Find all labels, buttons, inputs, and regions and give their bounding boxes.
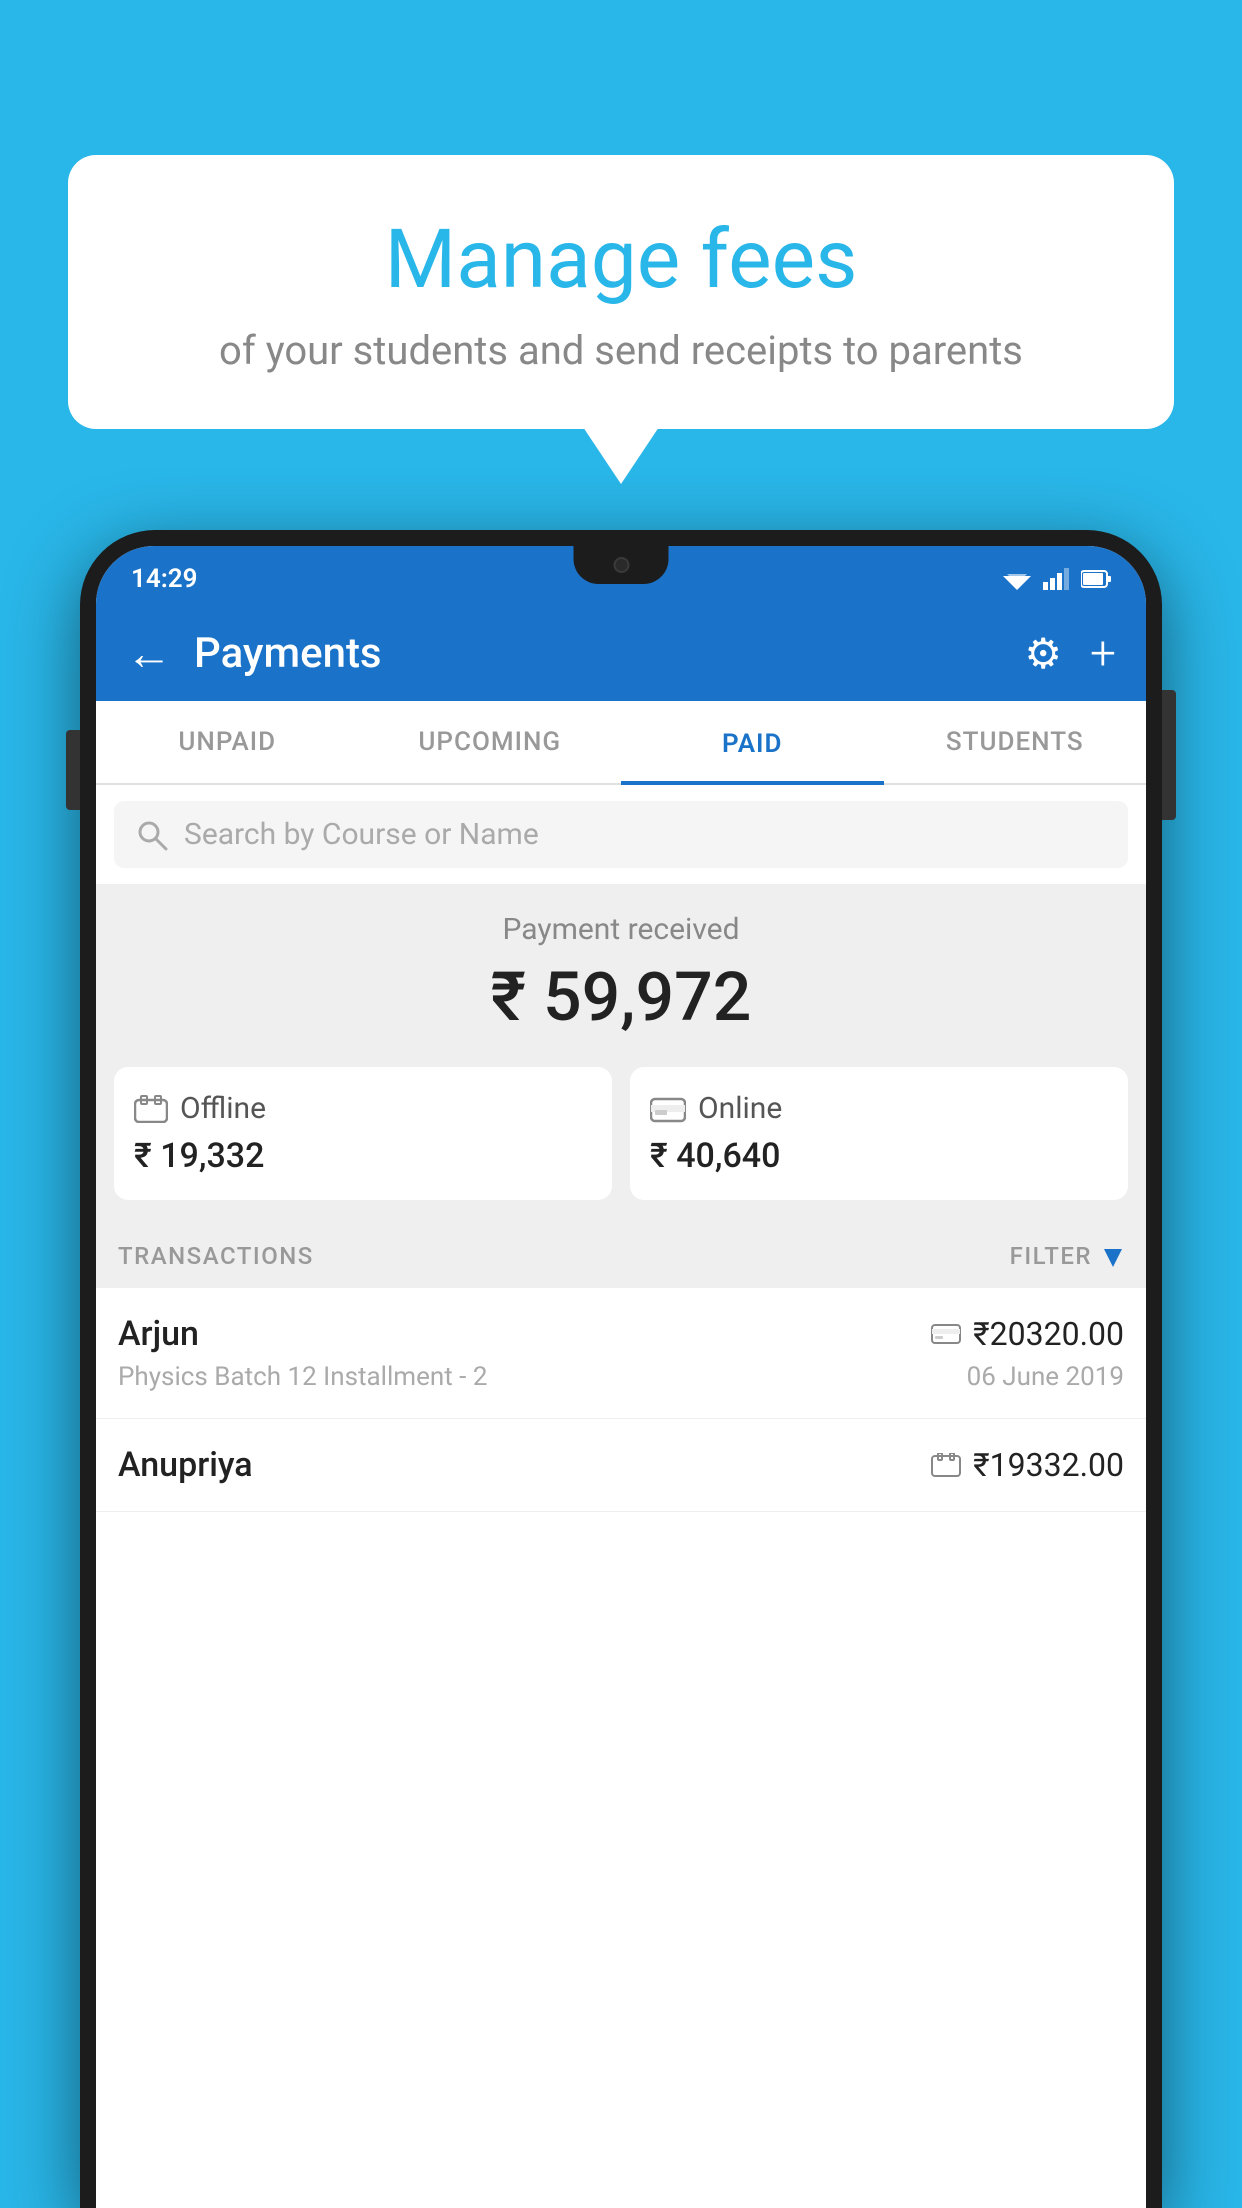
offline-amount: ₹ 19,332 (134, 1136, 592, 1176)
signal-icon (1043, 568, 1069, 590)
search-input[interactable]: Search by Course or Name (184, 817, 539, 852)
transaction-date: 06 June 2019 (967, 1362, 1124, 1392)
offline-payment-icon (134, 1095, 168, 1123)
tabs-bar: UNPAID UPCOMING PAID STUDENTS (96, 701, 1146, 785)
status-bar: 14:29 (96, 546, 1146, 606)
filter-label: FILTER (1010, 1242, 1092, 1270)
status-time: 14:29 (131, 564, 198, 594)
offline-receipt-icon (931, 1453, 961, 1477)
transaction-amount: ₹20320.00 (973, 1315, 1124, 1353)
bubble-subtitle: of your students and send receipts to pa… (118, 327, 1124, 374)
payment-label: Payment received (116, 912, 1126, 947)
transaction-name: Anupriya (118, 1445, 253, 1485)
phone-frame: 14:29 (80, 530, 1162, 2208)
transaction-row[interactable]: Anupriya ₹19332.00 (96, 1419, 1146, 1512)
transaction-amount: ₹19332.00 (973, 1446, 1124, 1484)
offline-label: Offline (180, 1091, 266, 1126)
tab-students[interactable]: STUDENTS (884, 701, 1147, 783)
offline-card: Offline ₹ 19,332 (114, 1067, 612, 1200)
search-icon (136, 819, 168, 851)
back-button[interactable]: ← (126, 626, 172, 681)
app-header: ← Payments ⚙ + (96, 606, 1146, 701)
online-label: Online (698, 1091, 782, 1126)
payment-amount: ₹ 59,972 (116, 957, 1126, 1037)
online-payment-icon (650, 1095, 686, 1123)
online-card: Online ₹ 40,640 (630, 1067, 1128, 1200)
search-bar[interactable]: Search by Course or Name (114, 801, 1128, 868)
volume-button (66, 730, 80, 810)
camera (613, 557, 629, 573)
battery-icon (1081, 570, 1111, 588)
tab-paid[interactable]: PAID (621, 703, 884, 785)
online-amount: ₹ 40,640 (650, 1136, 1108, 1176)
tab-upcoming[interactable]: UPCOMING (359, 701, 622, 783)
payment-cards: Offline ₹ 19,332 Online (96, 1067, 1146, 1222)
payment-summary: Payment received ₹ 59,972 (96, 884, 1146, 1067)
add-button[interactable]: + (1090, 627, 1116, 681)
search-container: Search by Course or Name (96, 785, 1146, 884)
power-button (1162, 690, 1176, 820)
filter-button[interactable]: FILTER (1010, 1242, 1124, 1270)
tab-unpaid[interactable]: UNPAID (96, 701, 359, 783)
transactions-label: TRANSACTIONS (118, 1242, 314, 1270)
card-payment-icon (931, 1323, 961, 1345)
transaction-detail: Physics Batch 12 Installment - 2 (118, 1362, 487, 1392)
filter-icon (1102, 1245, 1124, 1267)
speech-bubble: Manage fees of your students and send re… (68, 155, 1174, 429)
transactions-header: TRANSACTIONS FILTER (96, 1222, 1146, 1288)
transaction-row[interactable]: Arjun ₹20320.00 Physics Batch 12 Install… (96, 1288, 1146, 1419)
status-icons (1003, 568, 1111, 590)
page-title: Payments (194, 629, 382, 678)
wifi-icon (1003, 568, 1031, 590)
settings-button[interactable]: ⚙ (1024, 629, 1062, 679)
transaction-name: Arjun (118, 1314, 199, 1354)
notch (574, 546, 669, 584)
bubble-title: Manage fees (118, 215, 1124, 305)
